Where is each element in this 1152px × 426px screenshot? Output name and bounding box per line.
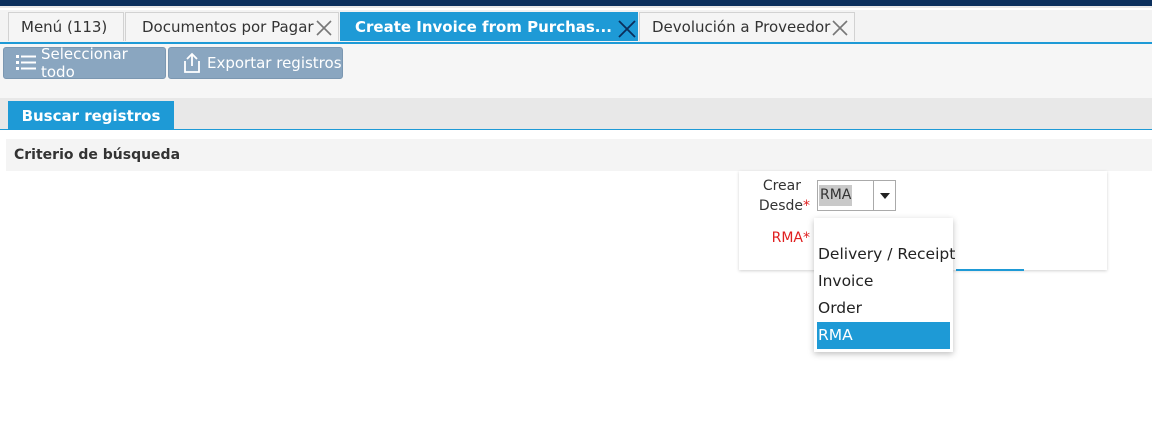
close-icon[interactable] xyxy=(618,20,636,38)
required-asterisk: * xyxy=(803,230,810,246)
export-records-button[interactable]: Exportar registros xyxy=(168,47,343,79)
create-from-label-line2: Desde* xyxy=(758,198,810,214)
rma-field-underline xyxy=(956,269,1024,271)
dropdown-option-order[interactable]: Order xyxy=(817,295,950,322)
create-from-label: Crear Desde* xyxy=(740,176,810,216)
create-from-value: RMA xyxy=(819,185,853,206)
tab-label: Menú (113) xyxy=(21,18,108,36)
tab-create-invoice[interactable]: Create Invoice from Purchas... xyxy=(340,12,638,41)
tab-label: Documentos por Pagar xyxy=(142,18,314,36)
select-all-label: Seleccionar todo xyxy=(41,45,128,81)
tab-documentos-por-pagar[interactable]: Documentos por Pagar xyxy=(125,12,339,41)
required-asterisk: * xyxy=(803,198,810,214)
search-criteria-header: Criterio de búsqueda xyxy=(6,139,1152,171)
tab-label: Create Invoice from Purchas... xyxy=(355,18,612,36)
tab-menu[interactable]: Menú (113) xyxy=(8,12,124,41)
chevron-down-icon[interactable] xyxy=(873,181,895,210)
export-icon xyxy=(181,52,203,74)
tab-search-records[interactable]: Buscar registros xyxy=(8,101,174,130)
close-icon[interactable] xyxy=(832,20,848,36)
create-from-select[interactable]: RMA xyxy=(817,180,896,211)
window-tab-bar: Menú (113) Documentos por Pagar Create I… xyxy=(0,10,1152,44)
create-from-label-line1: Crear xyxy=(762,178,801,194)
dropdown-option-rma[interactable]: RMA xyxy=(817,322,950,349)
rma-label: RMA* xyxy=(771,230,810,246)
search-tab-strip: Buscar registros xyxy=(0,98,1152,130)
dropdown-option-delivery-receipt[interactable]: Delivery / Receipt xyxy=(817,241,955,268)
dropdown-option-invoice[interactable]: Invoice xyxy=(817,268,950,295)
toolbar: Seleccionar todo Exportar registros xyxy=(0,44,1152,98)
export-label: Exportar registros xyxy=(207,54,342,72)
list-icon xyxy=(15,52,37,74)
close-icon[interactable] xyxy=(316,20,332,36)
app-header-bar xyxy=(0,0,1152,8)
tab-devolucion-a-proveedor[interactable]: Devolución a Proveedor xyxy=(639,12,855,41)
tab-label: Devolución a Proveedor xyxy=(652,18,831,36)
select-all-button[interactable]: Seleccionar todo xyxy=(3,45,166,81)
create-from-dropdown-list: Delivery / Receipt Invoice Order RMA xyxy=(814,218,955,352)
